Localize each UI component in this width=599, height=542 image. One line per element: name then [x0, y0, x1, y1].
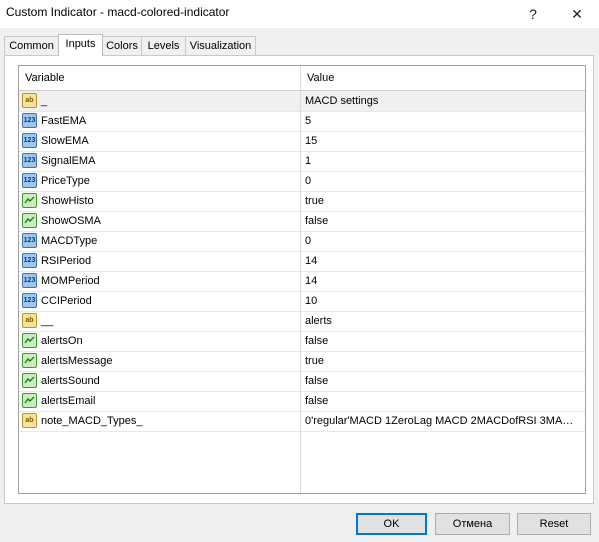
header-value[interactable]: Value — [301, 66, 585, 90]
variable-value[interactable]: false — [305, 391, 579, 411]
tab-visualization[interactable]: Visualization — [185, 36, 256, 55]
variable-name: alertsOn — [41, 335, 83, 347]
variable-name: MACDType — [41, 235, 98, 247]
column-divider[interactable] — [300, 66, 301, 493]
table-row[interactable]: ab note_MACD_Types_ 0'regular'MACD 1ZeroLa… — [19, 411, 585, 432]
variable-value[interactable]: 14 — [305, 271, 579, 291]
table-row[interactable]: alertsMessage true — [19, 351, 585, 372]
variable-value[interactable]: 0 — [305, 171, 579, 191]
variable-name: CCIPeriod — [41, 295, 92, 307]
table-row[interactable]: 123 SignalEMA 1 — [19, 151, 585, 172]
number-type-icon: 123 — [22, 293, 37, 308]
variable-value[interactable]: MACD settings — [305, 91, 579, 111]
close-button[interactable]: ✕ — [562, 3, 592, 25]
variable-value[interactable]: 5 — [305, 111, 579, 131]
tab-common[interactable]: Common — [4, 36, 59, 55]
variable-value[interactable]: 14 — [305, 251, 579, 271]
variable-name: alertsEmail — [41, 395, 96, 407]
variable-value[interactable]: 0'regular'MACD 1ZeroLag MACD 2MACDofRSI … — [305, 411, 579, 431]
help-button[interactable]: ? — [518, 3, 548, 25]
number-type-icon: 123 — [22, 113, 37, 128]
variable-name: _ — [41, 95, 48, 107]
window-title: Custom Indicator - macd-colored-indicato… — [6, 5, 230, 19]
variable-name: alertsMessage — [41, 355, 113, 367]
title-bar: Custom Indicator - macd-colored-indicato… — [0, 0, 599, 28]
string-type-icon: ab — [22, 313, 37, 328]
variable-name: FastEMA — [41, 115, 87, 127]
variable-name: ShowHisto — [41, 195, 94, 207]
header-variable[interactable]: Variable — [19, 66, 300, 90]
variable-value[interactable]: alerts — [305, 311, 579, 331]
grid-header: Variable Value — [19, 66, 585, 91]
variable-value[interactable]: 10 — [305, 291, 579, 311]
variable-value[interactable]: 1 — [305, 151, 579, 171]
variable-name: ShowOSMA — [41, 215, 101, 227]
table-row[interactable]: ShowOSMA false — [19, 211, 585, 232]
string-type-icon: ab — [22, 93, 37, 108]
cancel-button[interactable]: Отмена — [435, 513, 510, 535]
table-row[interactable]: ab _ MACD settings — [19, 91, 585, 112]
tab-colors[interactable]: Colors — [102, 36, 142, 55]
bool-type-icon — [22, 193, 37, 208]
number-type-icon: 123 — [22, 173, 37, 188]
number-type-icon: 123 — [22, 133, 37, 148]
variable-name: SlowEMA — [41, 135, 89, 147]
tab-inputs[interactable]: Inputs — [58, 34, 103, 56]
table-row[interactable]: 123 PriceType 0 — [19, 171, 585, 192]
bool-type-icon — [22, 393, 37, 408]
inputs-panel: Variable Value ab _ MACD settings 123 FastEM… — [4, 55, 594, 504]
number-type-icon: 123 — [22, 253, 37, 268]
variable-value[interactable]: true — [305, 191, 579, 211]
bool-type-icon — [22, 333, 37, 348]
variable-name: RSIPeriod — [41, 255, 92, 267]
reset-button[interactable]: Reset — [517, 513, 591, 535]
number-type-icon: 123 — [22, 233, 37, 248]
table-row[interactable]: ab __ alerts — [19, 311, 585, 332]
table-row[interactable]: alertsOn false — [19, 331, 585, 352]
string-type-icon: ab — [22, 413, 37, 428]
variable-value[interactable]: false — [305, 371, 579, 391]
table-row[interactable]: 123 MOMPeriod 14 — [19, 271, 585, 292]
table-row[interactable]: 123 MACDType 0 — [19, 231, 585, 252]
bool-type-icon — [22, 213, 37, 228]
inputs-grid: Variable Value ab _ MACD settings 123 FastEM… — [18, 65, 586, 494]
ok-button[interactable]: OK — [356, 513, 427, 535]
variable-value[interactable]: true — [305, 351, 579, 371]
table-row[interactable]: 123 FastEMA 5 — [19, 111, 585, 132]
variable-name: note_MACD_Types_ — [41, 415, 143, 427]
variable-value[interactable]: 15 — [305, 131, 579, 151]
table-row[interactable]: ShowHisto true — [19, 191, 585, 212]
tab-levels[interactable]: Levels — [141, 36, 186, 55]
bool-type-icon — [22, 353, 37, 368]
variable-name: MOMPeriod — [41, 275, 100, 287]
table-row[interactable]: alertsEmail false — [19, 391, 585, 412]
table-row[interactable]: 123 SlowEMA 15 — [19, 131, 585, 152]
variable-value[interactable]: false — [305, 211, 579, 231]
number-type-icon: 123 — [22, 273, 37, 288]
table-row[interactable]: 123 RSIPeriod 14 — [19, 251, 585, 272]
number-type-icon: 123 — [22, 153, 37, 168]
variable-name: alertsSound — [41, 375, 100, 387]
variable-name: __ — [41, 315, 54, 327]
variable-value[interactable]: 0 — [305, 231, 579, 251]
table-row[interactable]: 123 CCIPeriod 10 — [19, 291, 585, 312]
variable-value[interactable]: false — [305, 331, 579, 351]
variable-name: PriceType — [41, 175, 90, 187]
bool-type-icon — [22, 373, 37, 388]
variable-name: SignalEMA — [41, 155, 96, 167]
table-row[interactable]: alertsSound false — [19, 371, 585, 392]
